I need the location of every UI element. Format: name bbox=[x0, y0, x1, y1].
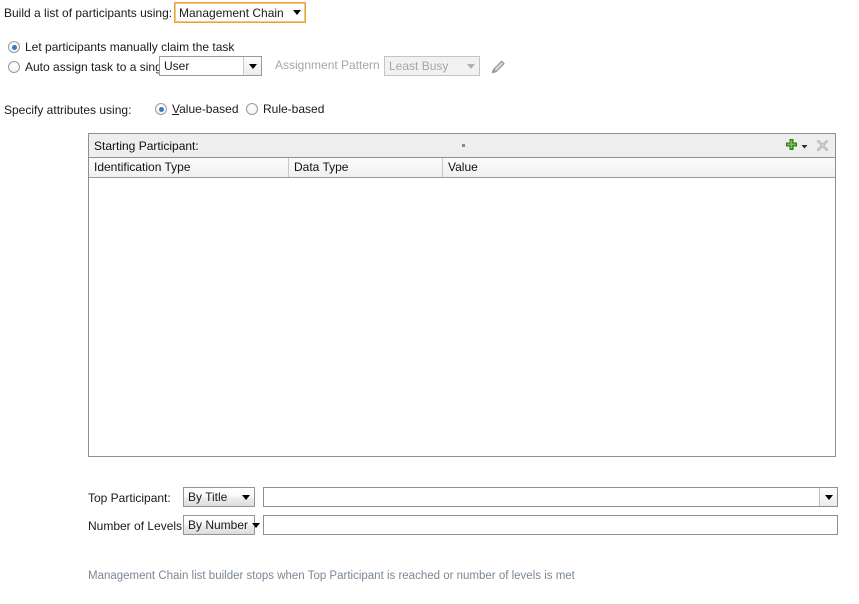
assignment-pattern-label: Assignment Pattern : bbox=[275, 58, 387, 72]
number-of-levels-mode-value: By Number bbox=[188, 518, 249, 532]
number-of-levels-input[interactable] bbox=[263, 515, 838, 535]
radio-value-based-label: Value-based bbox=[172, 102, 239, 116]
participant-builder-value: Management Chain bbox=[179, 5, 284, 20]
number-of-levels-label: Number of Levels: bbox=[88, 519, 186, 533]
assignment-pattern-value: Least Busy bbox=[389, 59, 449, 73]
chevron-down-icon bbox=[801, 139, 808, 153]
top-participant-dropdown-button[interactable] bbox=[819, 488, 837, 506]
titlebar-marker-dot bbox=[462, 144, 465, 147]
assignment-pattern-select: Least Busy bbox=[384, 56, 480, 76]
radio-rule-based-label: Rule-based bbox=[263, 102, 325, 116]
radio-value-based-rest: alue-based bbox=[179, 102, 239, 116]
number-of-levels-mode-select[interactable]: By Number bbox=[183, 515, 261, 535]
starting-participant-panel: Starting Participant: Identification Typ… bbox=[88, 133, 836, 457]
radio-value-based[interactable]: Value-based bbox=[155, 102, 239, 116]
top-participant-input[interactable] bbox=[263, 487, 838, 507]
radio-auto-assign[interactable]: Auto assign task to a single bbox=[8, 60, 171, 74]
delete-x-icon bbox=[816, 139, 829, 152]
delete-row-button bbox=[815, 138, 830, 153]
chevron-down-icon bbox=[463, 63, 479, 69]
chevron-down-icon bbox=[238, 494, 254, 500]
top-participant-mode-select[interactable]: By Title bbox=[183, 487, 255, 507]
chevron-down-icon bbox=[243, 57, 261, 75]
chevron-down-icon bbox=[289, 10, 305, 15]
radio-rule-based[interactable]: Rule-based bbox=[246, 102, 324, 116]
top-participant-mode-value: By Title bbox=[188, 490, 228, 504]
radio-manual-claim-indicator bbox=[8, 41, 20, 53]
top-participant-label: Top Participant: bbox=[88, 491, 171, 505]
table-toolbar bbox=[784, 138, 830, 153]
attributes-label: Specify attributes using: bbox=[4, 103, 132, 117]
table-header-row: Identification Type Data Type Value bbox=[89, 158, 835, 178]
builder-label: Build a list of participants using: bbox=[4, 6, 173, 20]
footer-hint: Management Chain list builder stops when… bbox=[88, 570, 575, 582]
starting-participant-titlebar: Starting Participant: bbox=[89, 134, 835, 158]
column-header-data-type[interactable]: Data Type bbox=[289, 158, 443, 177]
radio-auto-assign-indicator bbox=[8, 61, 20, 73]
table-body[interactable] bbox=[89, 178, 835, 456]
auto-assign-target-select[interactable]: User bbox=[159, 56, 262, 76]
radio-auto-assign-label: Auto assign task to a single bbox=[25, 60, 172, 74]
add-plus-icon bbox=[786, 139, 797, 150]
starting-participant-title: Starting Participant: bbox=[94, 138, 199, 153]
radio-manual-claim-label: Let participants manually claim the task bbox=[25, 40, 235, 54]
column-header-identification-type[interactable]: Identification Type bbox=[89, 158, 289, 177]
radio-value-based-indicator bbox=[155, 103, 167, 115]
add-row-button[interactable] bbox=[784, 138, 808, 153]
edit-assignment-pattern-button[interactable] bbox=[488, 57, 508, 77]
radio-rule-based-indicator bbox=[246, 103, 258, 115]
radio-manual-claim[interactable]: Let participants manually claim the task bbox=[8, 40, 234, 54]
participant-builder-select[interactable]: Management Chain bbox=[174, 2, 306, 23]
chevron-down-icon bbox=[248, 522, 264, 528]
auto-assign-target-value: User bbox=[164, 59, 190, 73]
pencil-icon bbox=[491, 60, 505, 74]
column-header-value[interactable]: Value bbox=[443, 158, 835, 177]
